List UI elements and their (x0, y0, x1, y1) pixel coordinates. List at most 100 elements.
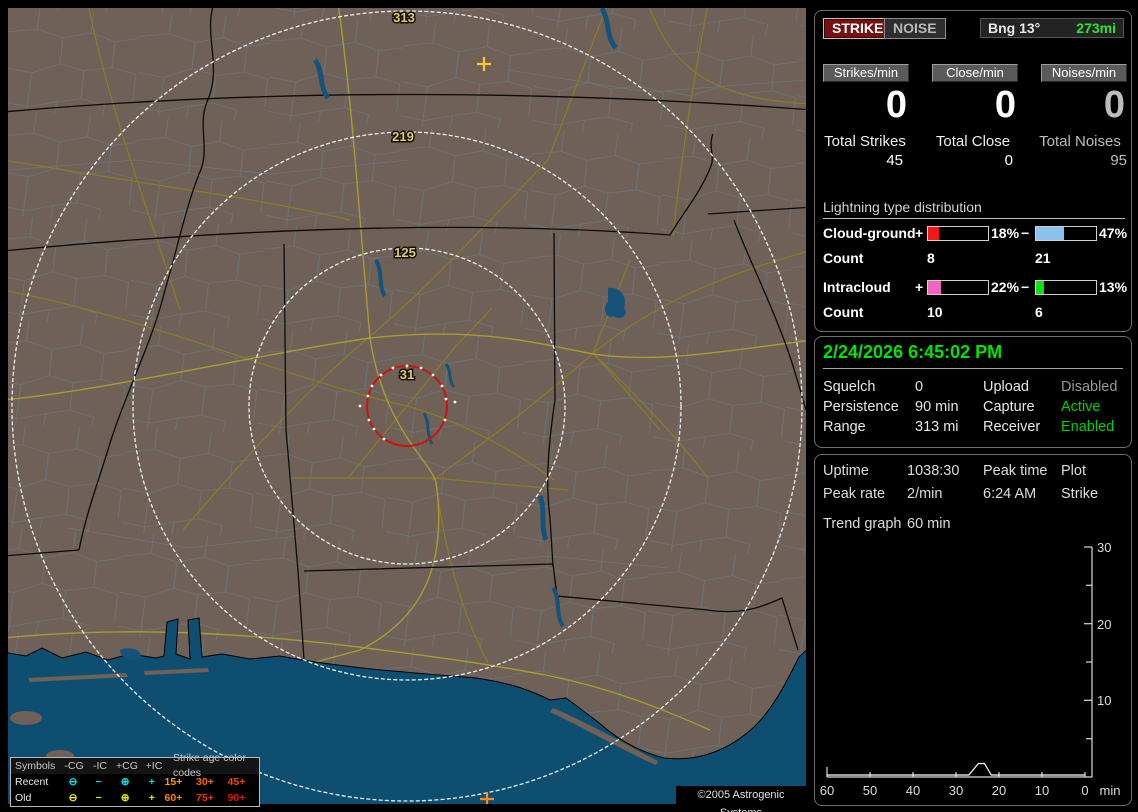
age-15-label: 15+ (164, 775, 183, 788)
pos-cg-old-icon: ⊕ (120, 791, 130, 804)
noises-per-min-chip: Noises/min (1041, 64, 1127, 82)
legend-col-neg-cg: -CG (64, 759, 84, 772)
legend-header-row: Symbols -CG -IC +CG +IC Strike age color… (11, 752, 259, 779)
datetime-display: 2/24/2026 6:45:02 PM (823, 342, 1123, 369)
legend-col-pos-ic: +IC (145, 759, 163, 772)
plus-sign: + (915, 279, 924, 295)
minus-sign: − (1021, 225, 1030, 241)
svg-text:0: 0 (1081, 783, 1088, 798)
neg-cg-count: 21 (1035, 250, 1051, 266)
range-label: Range (823, 419, 866, 435)
uptime-value: 1038:30 (907, 463, 960, 479)
map-svg: 313 219 125 31 (8, 8, 806, 804)
total-noises-label: Total Noises (1039, 133, 1121, 150)
svg-text:30: 30 (949, 783, 963, 798)
age-45-label: 45+ (227, 775, 246, 788)
pos-ic-recent-icon: + (148, 775, 155, 788)
svg-text:10: 10 (1035, 783, 1049, 798)
ring-label-313: 313 (393, 10, 415, 25)
total-close-value: 0 (1004, 152, 1013, 169)
strike-toggle-button[interactable]: STRIKE (823, 18, 893, 39)
neg-ic-recent-icon: − (95, 775, 102, 788)
pos-ic-old-icon: + (148, 791, 155, 804)
age-60-label: 60+ (164, 791, 183, 804)
map-canvas[interactable]: 313 219 125 31 Symbols -CG -IC +CG +IC S… (8, 8, 806, 812)
total-close-label: Total Close (935, 133, 1011, 150)
legend-recent-row: Recent ⊖ − ⊕ + 15+ 30+ 45+ (11, 774, 259, 790)
cloud-ground-row: Cloud-ground + 18% − 47% (815, 225, 1133, 242)
legend-col-neg-ic: -IC (93, 759, 107, 772)
pos-ic-percent: 22% (991, 279, 1020, 295)
trend-panel: Uptime 1038:30 Peak time Plot Peak rate … (814, 454, 1132, 806)
neg-ic-count: 6 (1035, 304, 1043, 320)
range-value: 313 mi (915, 419, 959, 435)
squelch-label: Squelch (823, 379, 876, 395)
svg-text:30: 30 (1097, 540, 1111, 555)
peak-rate-value: 2/min (907, 486, 943, 502)
cloud-ground-count-row: Count 8 21 (815, 250, 1133, 267)
svg-text:60: 60 (820, 783, 834, 798)
counters-panel: STRIKE NOISE Bng 13° 273mi Strikes/min C… (814, 10, 1132, 332)
map-legend: Symbols -CG -IC +CG +IC Strike age color… (10, 752, 260, 807)
trend-graph-window: 60 min (907, 516, 951, 532)
svg-text:10: 10 (1097, 693, 1111, 708)
peak-rate-label: Peak rate (823, 486, 886, 502)
capture-status: Active (1061, 399, 1101, 415)
total-noises-value: 95 (1110, 152, 1127, 169)
copyright-notice: ©2005 Astrogenic Systems (676, 786, 806, 812)
peak-time-label: Peak time (983, 463, 1048, 479)
noises-rate-value: 0 (1103, 84, 1125, 126)
status-panel: 2/24/2026 6:45:02 PM Squelch 0 Upload Di… (814, 336, 1132, 448)
squelch-value: 0 (915, 379, 924, 395)
age-30-label: 30+ (196, 775, 214, 788)
ring-label-219: 219 (392, 129, 414, 144)
svg-text:50: 50 (863, 783, 877, 798)
pos-cg-count: 8 (927, 250, 935, 266)
legend-recent-label: Recent (15, 775, 49, 788)
age-90-label: 90+ (227, 791, 246, 804)
strikes-per-min-chip: Strikes/min (823, 64, 909, 82)
distribution-title: Lightning type distribution (823, 199, 1125, 219)
legend-symbols-header: Symbols (15, 759, 56, 772)
neg-cg-bar (1035, 226, 1097, 241)
cloud-ground-label: Cloud-ground (823, 225, 916, 241)
plot-mode-value: Strike (1061, 486, 1099, 502)
receiver-status: Enabled (1061, 419, 1115, 435)
receiver-label: Receiver (983, 419, 1041, 435)
count-label: Count (823, 304, 864, 320)
persistence-value: 90 min (915, 399, 959, 415)
intracloud-row: Intracloud + 22% − 13% (815, 279, 1133, 296)
pos-cg-recent-icon: ⊕ (120, 775, 130, 788)
intracloud-label: Intracloud (823, 279, 891, 295)
intracloud-count-row: Count 10 6 (815, 304, 1133, 321)
svg-text:min: min (1100, 783, 1121, 798)
legend-old-label: Old (15, 791, 32, 804)
total-strikes-value: 45 (886, 152, 903, 169)
ring-label-31: 31 (400, 367, 414, 382)
neg-cg-recent-icon: ⊖ (68, 775, 78, 788)
uptime-label: Uptime (823, 463, 869, 479)
svg-text:20: 20 (1097, 617, 1111, 632)
trend-axes (826, 546, 1093, 778)
bearing-readout: Bng 13° 273mi (980, 18, 1124, 38)
trend-x-labels: 60 50 40 30 20 10 0 min (820, 783, 1121, 798)
age-75-label: 75+ (196, 791, 214, 804)
ring-label-125: 125 (394, 245, 416, 260)
total-strikes-label: Total Strikes (824, 133, 906, 150)
app-window: 313 219 125 31 Symbols -CG -IC +CG +IC S… (0, 0, 1138, 812)
strikes-rate-value: 0 (885, 84, 907, 126)
noise-toggle-button[interactable]: NOISE (884, 18, 946, 39)
bearing-value: Bng 13° (988, 20, 1041, 36)
pos-ic-count: 10 (927, 304, 943, 320)
legend-old-row: Old ⊖ − ⊕ + 60+ 75+ 90+ (11, 790, 259, 806)
trend-y-labels: 30 20 10 (1097, 540, 1111, 708)
plot-label: Plot (1061, 463, 1086, 479)
neg-ic-old-icon: − (95, 791, 102, 804)
svg-text:20: 20 (992, 783, 1006, 798)
close-rate-value: 0 (994, 84, 1016, 126)
upload-status: Disabled (1061, 379, 1118, 395)
upload-label: Upload (983, 379, 1029, 395)
neg-ic-bar (1035, 280, 1097, 295)
legend-col-pos-cg: +CG (116, 759, 138, 772)
neg-cg-percent: 47% (1099, 225, 1128, 241)
